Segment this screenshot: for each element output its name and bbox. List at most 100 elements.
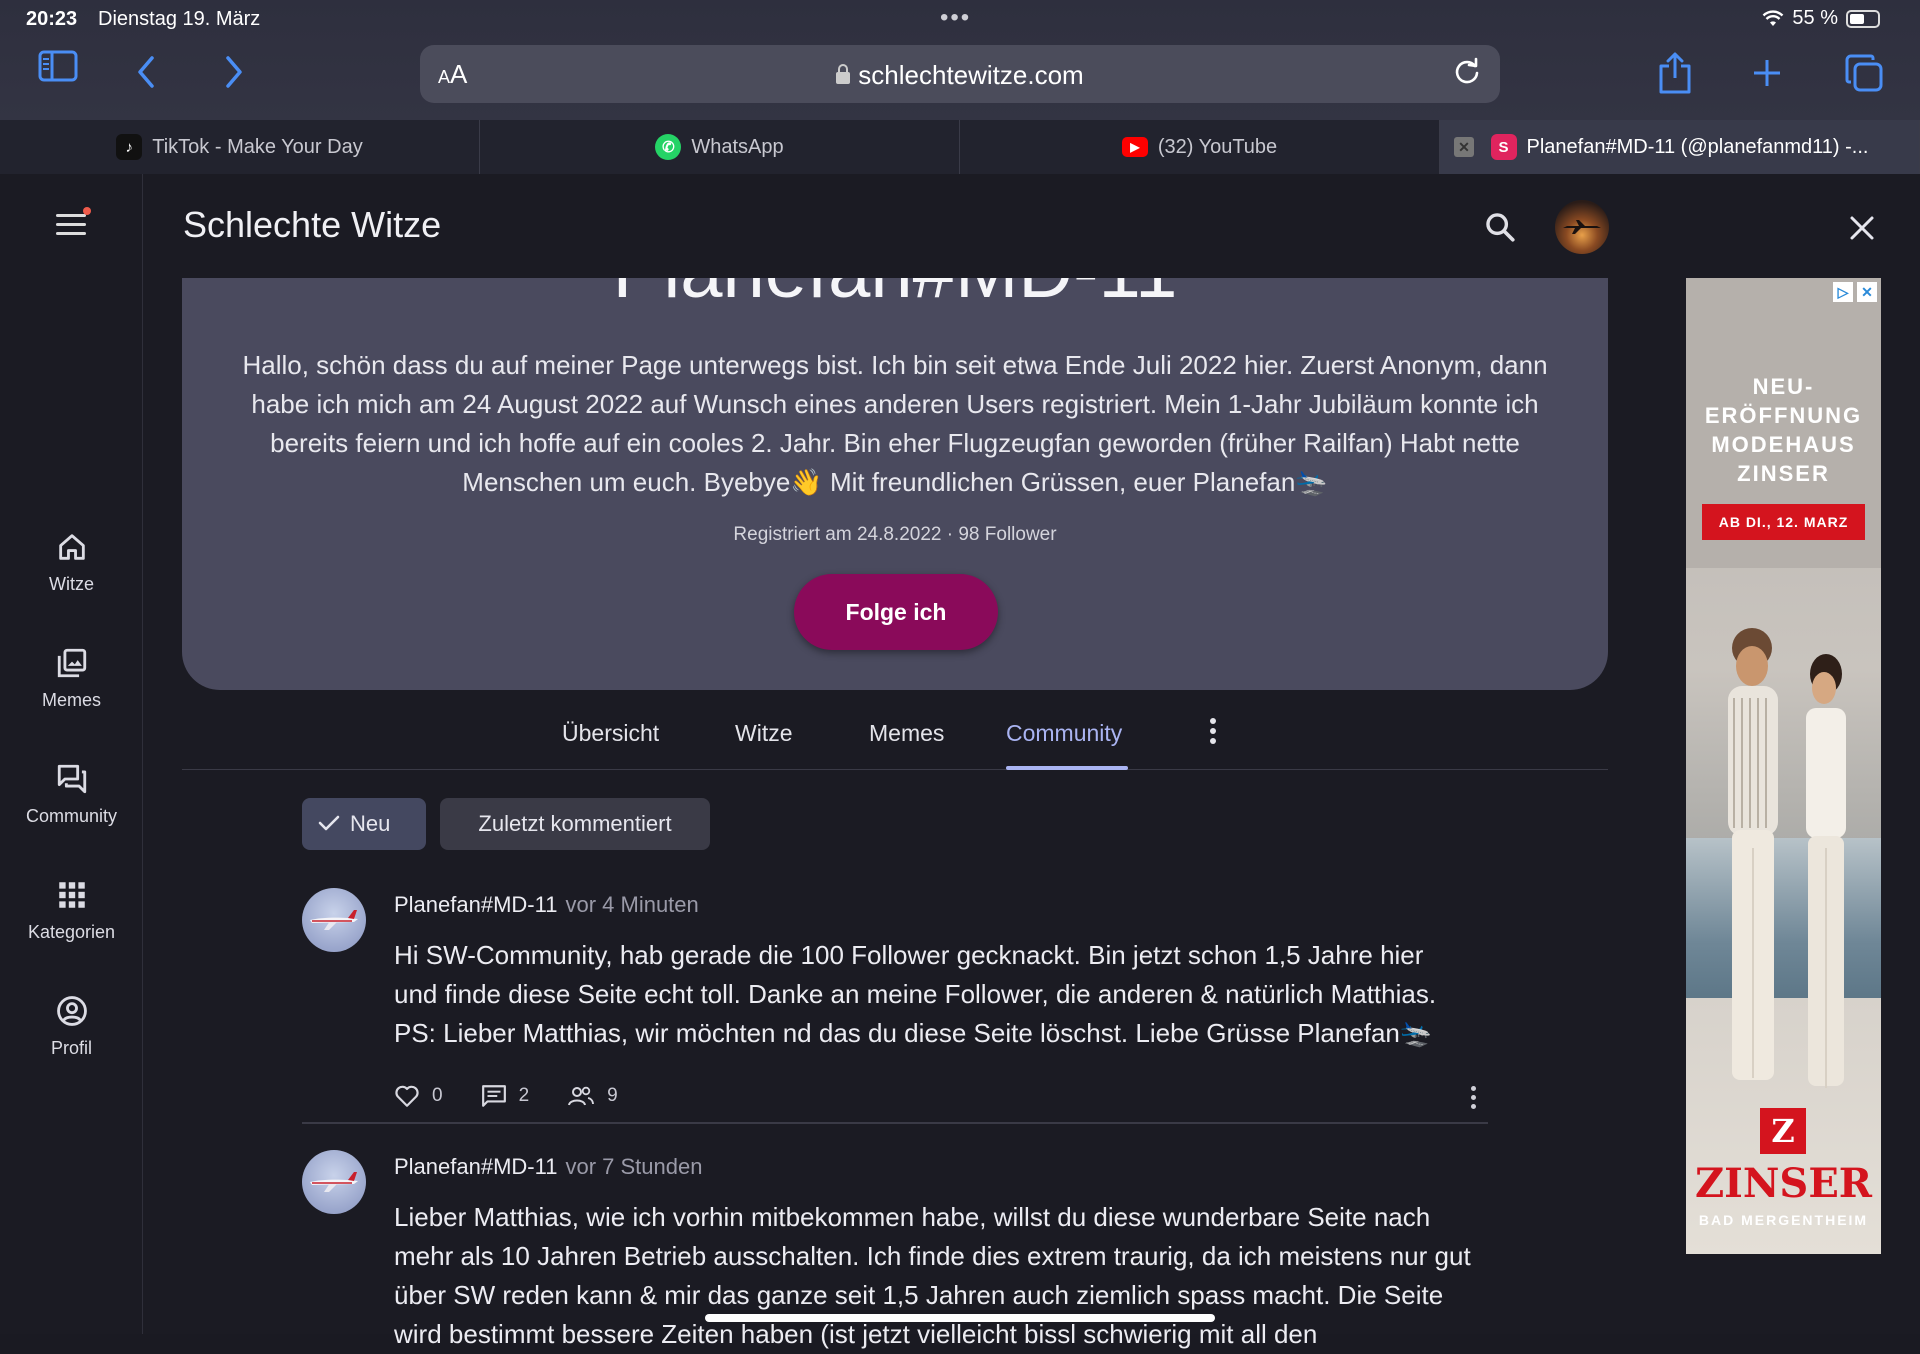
forward-icon[interactable] xyxy=(224,56,244,88)
tab-community[interactable]: Community xyxy=(1006,720,1122,747)
filter-zuletzt-kommentiert[interactable]: Zuletzt kommentiert xyxy=(440,798,710,850)
battery-percent: 55 % xyxy=(1792,7,1838,29)
like-button[interactable]: 0 xyxy=(394,1084,443,1108)
profile-name: Planefan#MD-11 xyxy=(182,278,1608,315)
multitasking-dots-icon[interactable]: ••• xyxy=(940,4,971,32)
close-tab-icon[interactable]: ✕ xyxy=(1454,137,1474,157)
user-avatar[interactable] xyxy=(1555,200,1609,254)
status-indicators: 55 % xyxy=(1762,7,1880,30)
nav-item-profil[interactable]: Profil xyxy=(0,994,143,1059)
profile-bio: Hallo, schön dass du auf meiner Page unt… xyxy=(242,350,1548,497)
profile-card: Planefan#MD-11 Hallo, schön dass du auf … xyxy=(182,278,1608,690)
profile-meta: Registriert am 24.8.2022 · 98 Follower xyxy=(733,524,1057,545)
post-divider xyxy=(302,1122,1488,1124)
airplane-icon xyxy=(310,910,358,930)
tab-tiktok[interactable]: ♪ TikTok - Make Your Day xyxy=(0,120,480,174)
community-post: Planefan#MD-11 vor 4 Minuten Hi SW-Commun… xyxy=(302,888,1488,1118)
ad-model-man xyxy=(1728,628,1778,1080)
author-avatar[interactable] xyxy=(302,888,366,952)
nav-rail: Witze Memes Community Kategorien Profil xyxy=(0,174,143,1334)
notification-dot xyxy=(83,207,91,215)
battery-icon xyxy=(1846,9,1880,28)
active-tab-indicator xyxy=(1006,766,1128,770)
tab-schlechtewitze[interactable]: ✕ S Planefan#MD-11 (@planefanmd11) -... xyxy=(1440,120,1920,174)
participants-button[interactable]: 9 xyxy=(567,1085,618,1107)
like-count: 0 xyxy=(432,1085,443,1106)
check-icon xyxy=(318,815,340,831)
status-time: 20:23 xyxy=(26,8,78,30)
site-title[interactable]: Schlechte Witze xyxy=(183,204,441,246)
follow-button[interactable]: Folge ich xyxy=(794,574,998,650)
tab-memes[interactable]: Memes xyxy=(869,720,944,747)
participant-count: 9 xyxy=(607,1085,618,1106)
post-body[interactable]: Lieber Matthias, wie ich vorhin mitbekom… xyxy=(394,1198,1474,1354)
schlechtewitze-icon: S xyxy=(1490,134,1517,160)
account-icon xyxy=(56,996,87,1026)
nav-item-community[interactable]: Community xyxy=(0,762,143,827)
post-options-icon[interactable] xyxy=(1471,1086,1476,1113)
close-icon[interactable] xyxy=(1848,214,1876,242)
menu-icon[interactable] xyxy=(56,214,86,238)
ad-info-icon[interactable]: ▷ xyxy=(1833,282,1853,302)
nav-item-memes[interactable]: Memes xyxy=(0,646,143,711)
youtube-icon: ▶ xyxy=(1121,137,1148,157)
ad-choices[interactable]: ▷ ✕ xyxy=(1833,282,1877,302)
web-page: Witze Memes Community Kategorien Profil … xyxy=(0,174,1920,1349)
home-icon xyxy=(58,534,85,560)
wifi-icon xyxy=(1763,9,1784,26)
post-actions: 0 2 9 xyxy=(394,1084,656,1108)
battery-level xyxy=(1850,13,1864,24)
post-time: vor 4 Minuten xyxy=(565,892,699,917)
address-bar[interactable]: AA schlechtewitze.com xyxy=(420,45,1500,103)
profile-tabs: Übersicht Witze Memes Community xyxy=(182,690,1608,770)
advertisement-banner[interactable]: ▷ ✕ NEU- ERÖFFNUNG MODEHAUS ZINSER AB DI… xyxy=(1686,278,1881,1254)
share-icon[interactable] xyxy=(1657,52,1693,94)
author-avatar[interactable] xyxy=(302,1150,366,1214)
ad-headline: NEU- ERÖFFNUNG MODEHAUS ZINSER xyxy=(1704,374,1863,486)
post-time: vor 7 Stunden xyxy=(565,1154,703,1179)
heart-icon xyxy=(395,1085,419,1107)
reload-icon[interactable] xyxy=(1452,57,1482,87)
grid-icon xyxy=(58,882,85,908)
post-author[interactable]: Planefan#MD-11 xyxy=(394,1154,557,1179)
search-icon[interactable] xyxy=(1483,210,1517,244)
comment-count: 2 xyxy=(518,1085,530,1106)
post-body[interactable]: Hi SW-Community, hab gerade die 100 Foll… xyxy=(394,936,1474,1053)
ad-close-icon[interactable]: ✕ xyxy=(1857,282,1877,302)
new-tab-icon[interactable] xyxy=(1752,58,1782,88)
comment-icon xyxy=(481,1085,506,1107)
more-tabs-icon[interactable] xyxy=(1210,718,1216,748)
airplane-icon xyxy=(1563,220,1601,234)
filter-neu[interactable]: Neu xyxy=(302,798,426,850)
whatsapp-icon: ✆ xyxy=(655,134,682,160)
status-date: Dienstag 19. März xyxy=(98,8,261,30)
post-author[interactable]: Planefan#MD-11 xyxy=(394,892,557,917)
url-text[interactable]: schlechtewitze.com xyxy=(420,60,1500,91)
post-author-line: Planefan#MD-11 vor 7 Stunden xyxy=(394,1154,702,1180)
comments-button[interactable]: 2 xyxy=(481,1084,530,1108)
tab-uebersicht[interactable]: Übersicht xyxy=(562,720,659,747)
people-icon xyxy=(568,1086,595,1106)
nav-item-witze[interactable]: Witze xyxy=(0,530,143,595)
zinser-logo-icon: Z xyxy=(1760,1108,1806,1154)
ad-date-badge: AB DI., 12. MARZ xyxy=(1702,504,1865,540)
tab-youtube[interactable]: ▶ (32) YouTube xyxy=(960,120,1440,174)
back-icon[interactable] xyxy=(136,56,156,88)
tabs-overview-icon[interactable] xyxy=(1845,54,1883,92)
tiktok-icon: ♪ xyxy=(116,134,143,160)
browser-toolbar: 20:23 Dienstag 19. März ••• 55 % AA schl… xyxy=(0,0,1920,120)
tab-whatsapp[interactable]: ✆ WhatsApp xyxy=(480,120,960,174)
lock-icon xyxy=(836,64,851,84)
ad-model-woman xyxy=(1806,654,1846,1088)
browser-tab-bar: ♪ TikTok - Make Your Day ✆ WhatsApp ▶ (3… xyxy=(0,120,1920,174)
tab-witze[interactable]: Witze xyxy=(735,720,793,747)
nav-item-kategorien[interactable]: Kategorien xyxy=(0,878,143,943)
airplane-icon xyxy=(310,1172,358,1192)
post-author-line: Planefan#MD-11 vor 4 Minuten xyxy=(394,892,699,918)
sidebar-toggle-icon[interactable] xyxy=(38,50,78,82)
site-header: Schlechte Witze xyxy=(143,174,1648,278)
forum-icon xyxy=(57,764,86,794)
ad-city: BAD MERGENTHEIM xyxy=(1698,1212,1869,1228)
home-indicator[interactable] xyxy=(705,1314,1215,1322)
ad-brand: ZINSER xyxy=(1694,1160,1873,1207)
